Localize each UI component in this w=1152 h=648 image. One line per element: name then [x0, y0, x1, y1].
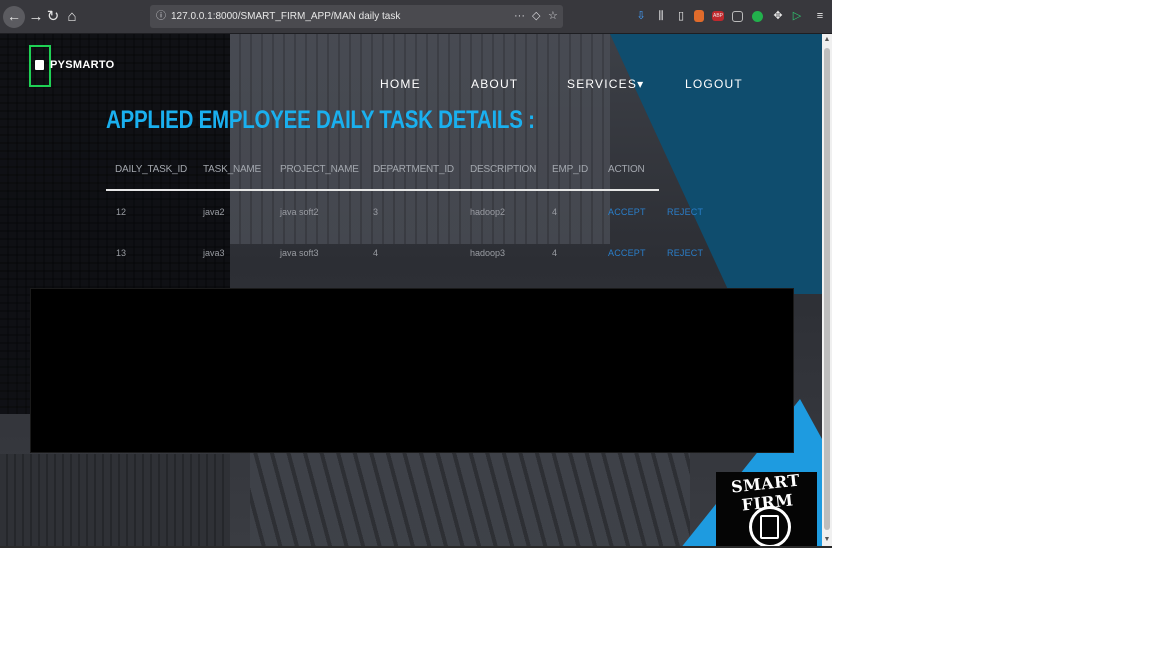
bookmark-star-icon[interactable]: ☆ [548, 5, 558, 28]
reload-icon[interactable]: ↻ [43, 7, 63, 27]
home-icon[interactable]: ⌂ [62, 7, 82, 27]
column-header: ACTION [608, 164, 645, 175]
column-header: EMP_ID [552, 164, 589, 175]
nav-services[interactable]: SERVICES▾ [567, 77, 644, 91]
column-header: DAILY_TASK_ID [115, 164, 188, 175]
cell-daily-task-id: 12 [116, 207, 127, 217]
accept-link[interactable]: ACCEPT [608, 207, 646, 217]
briefcase-icon [760, 515, 779, 539]
smart-firm-logo: SMART FIRM [716, 470, 817, 546]
column-header: DEPARTMENT_ID [373, 164, 454, 175]
column-header: DESCRIPTION [470, 164, 537, 175]
nav-home[interactable]: HOME [380, 77, 421, 91]
cell-department-id: 4 [373, 248, 379, 258]
adblock-icon[interactable]: ABP [712, 11, 724, 21]
play-icon[interactable]: ▷ [790, 9, 804, 23]
info-icon[interactable]: ⓘ [156, 5, 166, 28]
cell-task-name: java3 [203, 248, 225, 258]
page-title: APPLIED EMPLOYEE DAILY TASK DETAILS : [106, 106, 535, 134]
table-header-divider [106, 189, 659, 191]
accept-link[interactable]: ACCEPT [608, 248, 646, 258]
nav-logout[interactable]: LOGOUT [685, 77, 743, 91]
window-bottom-edge [0, 546, 832, 554]
cell-description: hadoop2 [470, 207, 506, 217]
page-content: PYSMARTO HOME ABOUT SERVICES▾ LOGOUT APP… [0, 34, 822, 546]
brand-name[interactable]: PYSMARTO [50, 59, 115, 71]
sidebar-icon[interactable]: ▯ [674, 9, 688, 23]
download-icon[interactable]: ⇩ [634, 9, 648, 23]
shopping-bag-icon [35, 60, 44, 70]
cell-department-id: 3 [373, 207, 379, 217]
brand-logo[interactable] [29, 45, 51, 87]
back-arrow-icon[interactable]: ← [3, 6, 25, 28]
column-header: TASK_NAME [203, 164, 262, 175]
cell-daily-task-id: 13 [116, 248, 127, 258]
redacted-area [30, 288, 794, 453]
background-building [250, 449, 690, 546]
cell-emp-id: 4 [552, 207, 558, 217]
extension-icon[interactable]: ✥ [771, 9, 785, 23]
column-header: PROJECT_NAME [280, 164, 359, 175]
pocket-icon[interactable]: ◇ [532, 5, 540, 28]
cell-emp-id: 4 [552, 248, 558, 258]
library-icon[interactable]: ⫼ [654, 9, 668, 23]
screenshot: ← → ↻ ⌂ ⓘ 127.0.0.1:8000/SMART_FIRM_APP/… [0, 0, 832, 554]
menu-icon[interactable]: ≡ [813, 9, 827, 23]
extension-icon[interactable] [752, 11, 763, 22]
address-bar[interactable]: ⓘ 127.0.0.1:8000/SMART_FIRM_APP/MAN dail… [150, 5, 563, 28]
extension-icon[interactable] [732, 11, 743, 22]
chevron-down-icon[interactable]: ▼ [822, 534, 832, 546]
background-building [0, 454, 230, 546]
extension-icon[interactable] [694, 10, 704, 22]
scrollbar-thumb[interactable] [824, 48, 830, 530]
browser-toolbar: ← → ↻ ⌂ ⓘ 127.0.0.1:8000/SMART_FIRM_APP/… [0, 0, 832, 34]
cell-project-name: java soft3 [280, 248, 319, 258]
cell-task-name: java2 [203, 207, 225, 217]
cell-description: hadoop3 [470, 248, 506, 258]
more-icon[interactable]: ··· [514, 5, 525, 28]
vertical-scrollbar[interactable]: ▲ ▼ [822, 34, 832, 546]
cell-project-name: java soft2 [280, 207, 319, 217]
url-text: 127.0.0.1:8000/SMART_FIRM_APP/MAN daily … [171, 11, 401, 22]
reject-link[interactable]: REJECT [667, 207, 703, 217]
reject-link[interactable]: REJECT [667, 248, 703, 258]
nav-about[interactable]: ABOUT [471, 77, 518, 91]
chevron-up-icon[interactable]: ▲ [822, 34, 832, 46]
